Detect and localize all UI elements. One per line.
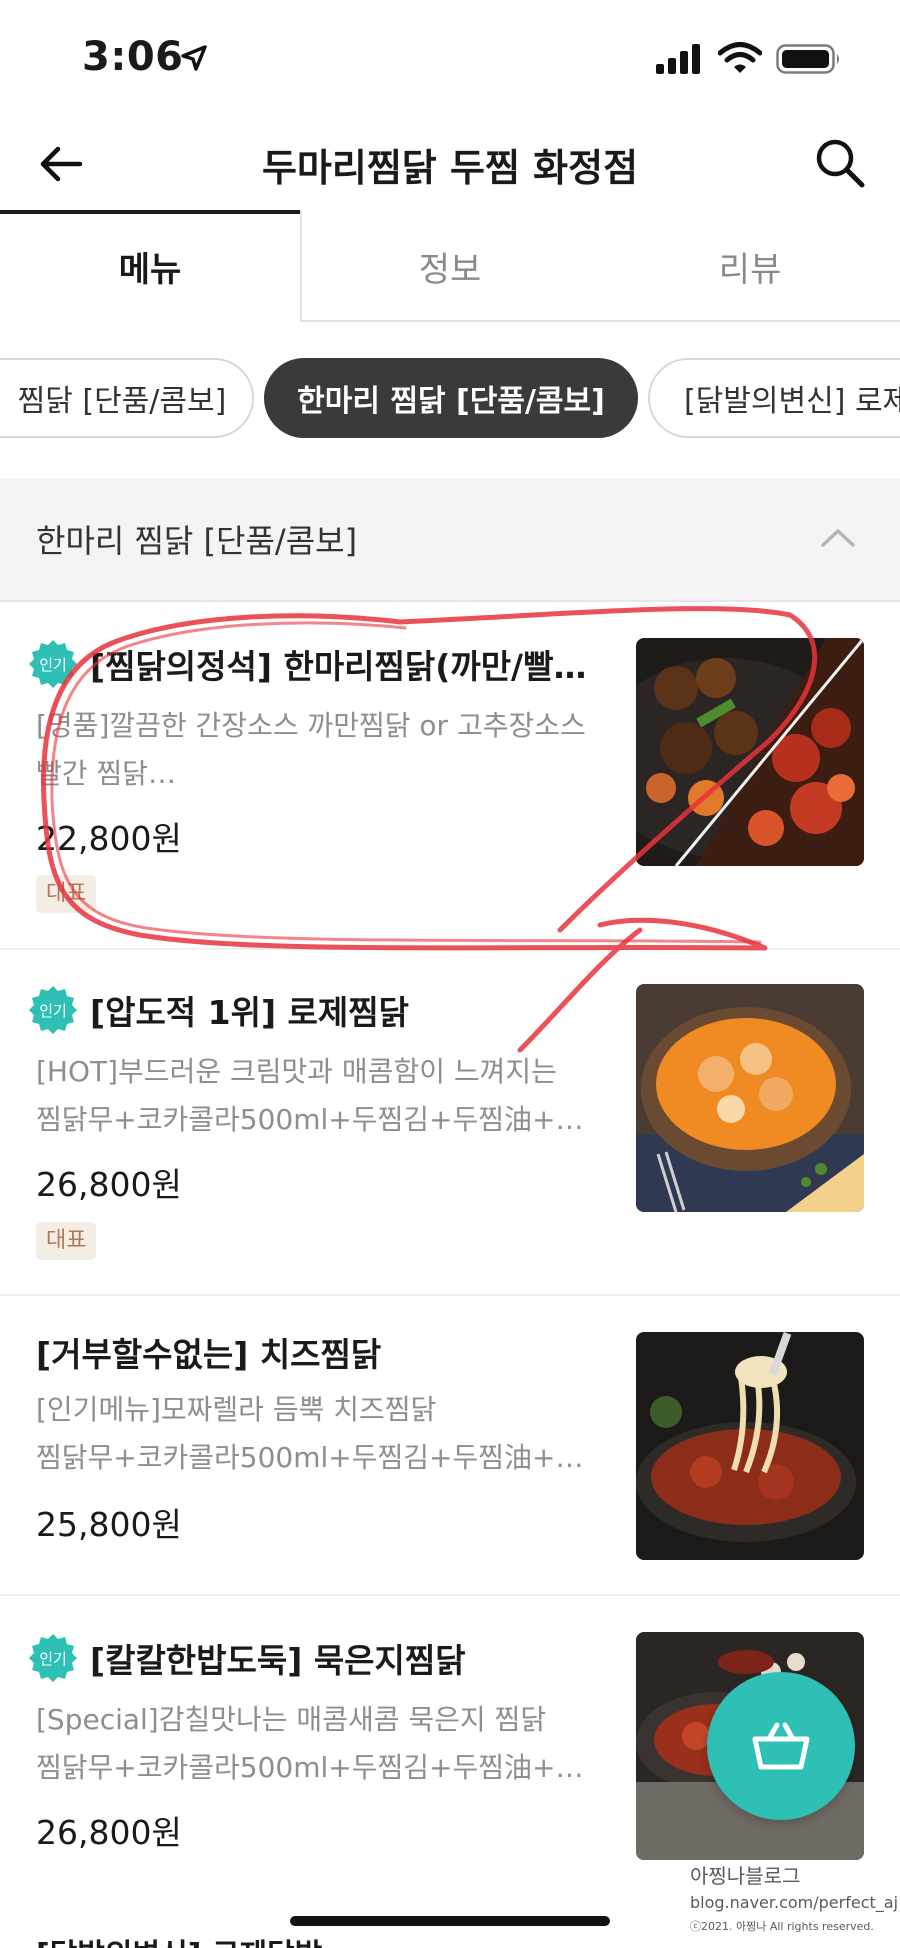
- blog-watermark: 아찡나블로그 blog.naver.com/perfect_aj ⓒ2021. …: [690, 1860, 899, 1934]
- chevron-up-icon[interactable]: [820, 526, 856, 548]
- menu-item-description: [인기메뉴]모짜렐라 듬뿍 치즈찜닭 찜닭무+코카콜라500ml+두찜김+두찜油…: [36, 1393, 606, 1474]
- top-nav-header: 두마리찜닭 두찜 화정점: [0, 115, 900, 215]
- popular-badge: 인기: [29, 1634, 77, 1682]
- section-title: 한마리 찜닭 [단품/콤보]: [36, 522, 358, 560]
- chip-category-active[interactable]: 한마리 찜닭 [단품/콤보]: [264, 358, 638, 438]
- menu-item-description: [HOT]부드러운 크림맛과 매콤함이 느껴지는 찜닭무+코카콜라500ml+두…: [36, 1055, 606, 1136]
- tab-info[interactable]: 정보: [300, 210, 600, 322]
- menu-item-image: [636, 984, 864, 1212]
- svg-text:인기: 인기: [39, 1002, 67, 1020]
- menu-item-name: [찜닭의정석] 한마리찜닭(까만/빨…: [90, 647, 587, 686]
- cellular-signal-icon: [656, 44, 700, 74]
- location-arrow-icon: [181, 45, 207, 71]
- next-menu-item-peek: [닭발의변신] 로제닭발: [36, 1930, 322, 1948]
- battery-icon: [776, 44, 839, 74]
- popular-badge: 인기: [29, 640, 77, 688]
- svg-text:인기: 인기: [39, 1650, 67, 1668]
- menu-item-description: [Special]감칠맛나는 매콤새콤 묵은지 찜닭 찜닭무+코카콜라500ml…: [36, 1703, 606, 1784]
- menu-item-description: [명품]깔끔한 간장소스 까만찜닭 or 고추장소스 빨간 찜닭…: [36, 709, 586, 790]
- representative-badge: 대표: [36, 875, 97, 913]
- watermark-url: blog.naver.com/perfect_aj: [690, 1893, 899, 1912]
- store-title: 두마리찜닭 두찜 화정점: [261, 146, 639, 190]
- category-section-header[interactable]: 한마리 찜닭 [단품/콤보]: [0, 478, 900, 602]
- menu-item-price: 26,800원: [36, 1813, 182, 1852]
- category-chip-scroller[interactable]: 찜닭 [단품/콤보] 한마리 찜닭 [단품/콤보] [닭발의변신] 로제닭: [0, 358, 900, 444]
- watermark-name: 아찡나블로그: [690, 1864, 801, 1888]
- menu-item[interactable]: 인기 [압도적 1위] 로제찜닭 [HOT]부드러운 크림맛과 매콤함이 느껴지…: [0, 950, 900, 1296]
- cart-button[interactable]: [707, 1672, 855, 1820]
- home-indicator: [290, 1916, 610, 1926]
- shopping-basket-icon: [752, 1722, 810, 1770]
- status-bar: 3:06: [0, 0, 900, 115]
- tab-reviews[interactable]: 리뷰: [600, 210, 900, 322]
- representative-badge: 대표: [36, 1222, 97, 1260]
- popular-badge: 인기: [29, 986, 77, 1034]
- chip-category[interactable]: 찜닭 [단품/콤보]: [0, 358, 254, 438]
- menu-item-price: 25,800원: [36, 1505, 182, 1544]
- menu-item-price: 26,800원: [36, 1165, 182, 1204]
- wifi-icon: [718, 42, 762, 73]
- menu-item[interactable]: 인기 [찜닭의정석] 한마리찜닭(까만/빨… [명품]깔끔한 간장소스 까만찜닭…: [0, 602, 900, 950]
- chip-category[interactable]: [닭발의변신] 로제닭: [648, 358, 900, 438]
- watermark-copyright: ⓒ2021. 아찡나 All rights reserved.: [690, 1920, 874, 1933]
- status-time: 3:06: [82, 34, 184, 80]
- search-icon[interactable]: [812, 135, 868, 191]
- menu-item-image: [636, 1332, 864, 1560]
- menu-item-name: [거부할수없는] 치즈찜닭: [36, 1335, 382, 1374]
- store-tabs: 메뉴 정보 리뷰: [0, 210, 900, 325]
- svg-text:인기: 인기: [39, 656, 67, 674]
- menu-item-name: [압도적 1위] 로제찜닭: [90, 993, 409, 1032]
- tab-menu[interactable]: 메뉴: [0, 210, 300, 322]
- menu-item-image: [636, 638, 864, 866]
- menu-item-name: [칼칼한밥도둑] 묵은지찜닭: [90, 1641, 466, 1680]
- menu-item-price: 22,800원: [36, 819, 182, 858]
- menu-item[interactable]: [거부할수없는] 치즈찜닭 [인기메뉴]모짜렐라 듬뿍 치즈찜닭 찜닭무+코카콜…: [0, 1296, 900, 1596]
